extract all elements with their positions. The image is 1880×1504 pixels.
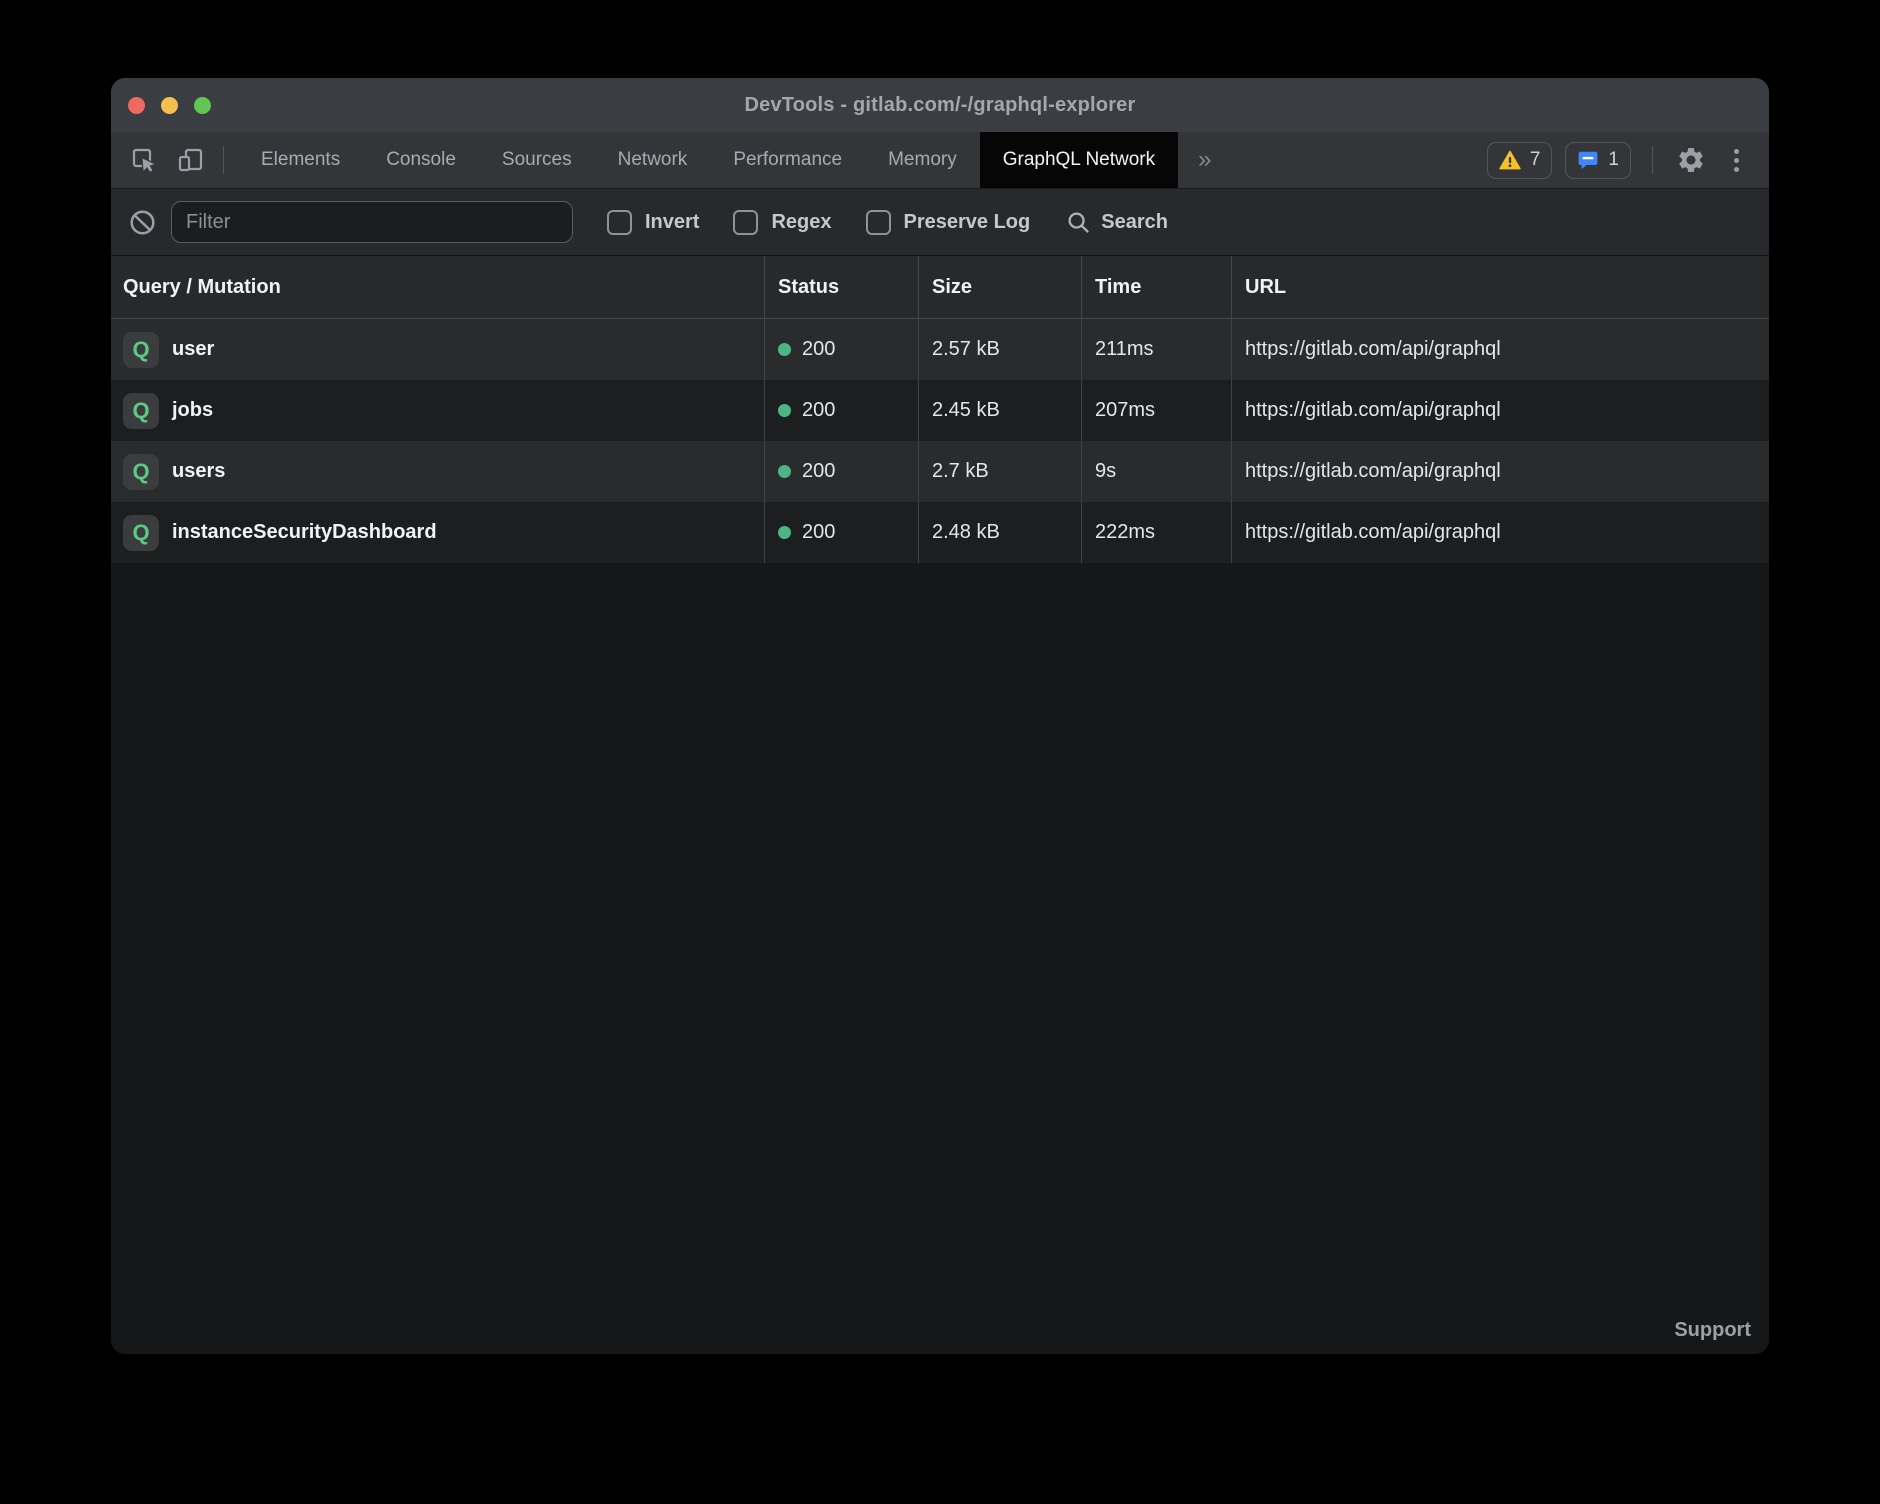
message-count: 1: [1608, 149, 1619, 171]
url-value: https://gitlab.com/api/graphql: [1231, 502, 1769, 563]
query-type-badge: Q: [123, 515, 159, 551]
time-value: 207ms: [1081, 380, 1231, 441]
filter-toolbar: Invert Regex Preserve Log Search: [111, 189, 1769, 256]
invert-checkbox[interactable]: [607, 210, 632, 235]
tab-sources[interactable]: Sources: [479, 132, 595, 188]
menu-button[interactable]: [1721, 149, 1751, 172]
status-dot: [778, 465, 791, 478]
time-value: 222ms: [1081, 502, 1231, 563]
traffic-lights: [128, 78, 211, 132]
close-button[interactable]: [128, 97, 145, 114]
time-value: 9s: [1081, 441, 1231, 502]
size-value: 2.7 kB: [918, 441, 1081, 502]
query-name: jobs: [172, 399, 213, 422]
table-row[interactable]: Q jobs 200 2.45 kB 207ms https://gitlab.…: [111, 380, 1769, 441]
status-code: 200: [802, 338, 835, 361]
url-value: https://gitlab.com/api/graphql: [1231, 319, 1769, 380]
block-icon: [129, 209, 156, 236]
search-button[interactable]: Search: [1066, 210, 1168, 235]
device-toolbar-icon: [176, 145, 206, 175]
minimize-button[interactable]: [161, 97, 178, 114]
gear-icon: [1676, 145, 1706, 175]
table-row[interactable]: Q users 200 2.7 kB 9s https://gitlab.com…: [111, 441, 1769, 502]
inspect-cursor-icon: [130, 146, 158, 174]
device-toolbar-button[interactable]: [173, 132, 209, 188]
column-header-query[interactable]: Query / Mutation: [111, 256, 764, 318]
warning-icon: [1499, 150, 1521, 170]
table-header: Query / Mutation Status Size Time URL: [111, 256, 1769, 319]
status-code: 200: [802, 521, 835, 544]
table-row[interactable]: Q instanceSecurityDashboard 200 2.48 kB …: [111, 502, 1769, 563]
search-label: Search: [1101, 211, 1168, 234]
kebab-icon: [1734, 149, 1739, 154]
double-chevron-right-icon: »: [1198, 146, 1211, 174]
devtools-window: DevTools - gitlab.com/-/graphql-explorer…: [111, 78, 1769, 1354]
status-dot: [778, 526, 791, 539]
screen: DevTools - gitlab.com/-/graphql-explorer…: [0, 0, 1880, 1504]
messages-badge[interactable]: 1: [1565, 142, 1631, 179]
tab-elements[interactable]: Elements: [238, 132, 363, 188]
clear-button[interactable]: [128, 209, 156, 236]
panel-tabs: Elements Console Sources Network Perform…: [238, 132, 1232, 188]
settings-button[interactable]: [1674, 145, 1708, 175]
query-type-badge: Q: [123, 393, 159, 429]
preserve-log-label[interactable]: Preserve Log: [904, 211, 1031, 234]
size-value: 2.45 kB: [918, 380, 1081, 441]
invert-label[interactable]: Invert: [645, 211, 699, 234]
tabbar-right-controls: 7 1: [1487, 132, 1769, 188]
url-value: https://gitlab.com/api/graphql: [1231, 380, 1769, 441]
inspect-element-button[interactable]: [127, 132, 161, 188]
query-type-badge: Q: [123, 332, 159, 368]
url-value: https://gitlab.com/api/graphql: [1231, 441, 1769, 502]
window-title: DevTools - gitlab.com/-/graphql-explorer: [744, 94, 1135, 117]
table-row[interactable]: Q user 200 2.57 kB 211ms https://gitlab.…: [111, 319, 1769, 380]
invert-filter: Invert: [607, 210, 699, 235]
preserve-log-filter: Preserve Log: [866, 210, 1031, 235]
query-name: user: [172, 338, 214, 361]
status-code: 200: [802, 399, 835, 422]
column-header-status[interactable]: Status: [764, 256, 918, 318]
tab-graphql-network[interactable]: GraphQL Network: [980, 132, 1178, 188]
devtools-tabbar: Elements Console Sources Network Perform…: [111, 132, 1769, 189]
column-header-time[interactable]: Time: [1081, 256, 1231, 318]
titlebar: DevTools - gitlab.com/-/graphql-explorer: [111, 78, 1769, 132]
query-name: instanceSecurityDashboard: [172, 521, 437, 544]
column-header-size[interactable]: Size: [918, 256, 1081, 318]
time-value: 211ms: [1081, 319, 1231, 380]
column-header-url[interactable]: URL: [1231, 256, 1769, 318]
status-dot: [778, 343, 791, 356]
search-icon: [1066, 210, 1091, 235]
status-dot: [778, 404, 791, 417]
regex-filter: Regex: [733, 210, 831, 235]
table-body: Q user 200 2.57 kB 211ms https://gitlab.…: [111, 319, 1769, 1354]
preserve-log-checkbox[interactable]: [866, 210, 891, 235]
warnings-badge[interactable]: 7: [1487, 142, 1553, 179]
size-value: 2.57 kB: [918, 319, 1081, 380]
regex-checkbox[interactable]: [733, 210, 758, 235]
tab-network[interactable]: Network: [595, 132, 711, 188]
message-icon: [1577, 149, 1599, 171]
support-link[interactable]: Support: [1674, 1319, 1751, 1342]
zoom-button[interactable]: [194, 97, 211, 114]
regex-label[interactable]: Regex: [771, 211, 831, 234]
query-name: users: [172, 460, 225, 483]
status-code: 200: [802, 460, 835, 483]
query-type-badge: Q: [123, 454, 159, 490]
tab-performance[interactable]: Performance: [710, 132, 865, 188]
more-tabs-button[interactable]: »: [1178, 132, 1231, 188]
tab-console[interactable]: Console: [363, 132, 479, 188]
size-value: 2.48 kB: [918, 502, 1081, 563]
filter-input[interactable]: [171, 201, 573, 243]
toolbar-divider: [223, 146, 224, 174]
warning-count: 7: [1530, 149, 1541, 171]
tab-memory[interactable]: Memory: [865, 132, 980, 188]
tabbar-divider: [1652, 146, 1653, 174]
